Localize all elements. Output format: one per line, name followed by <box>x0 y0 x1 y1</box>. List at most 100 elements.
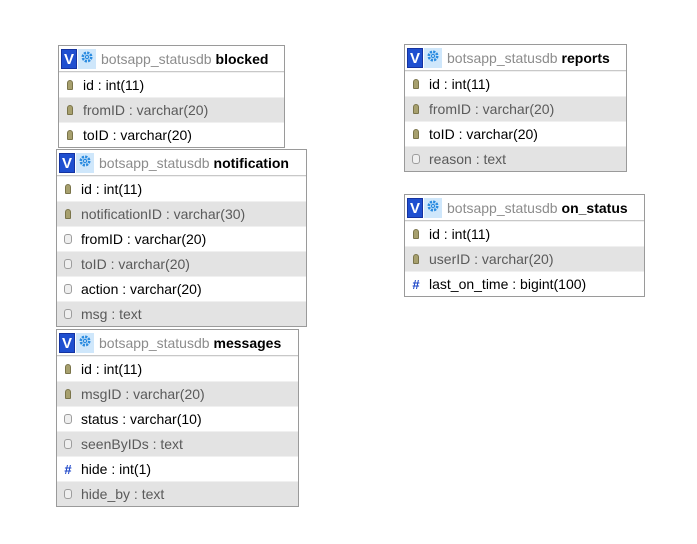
key-icon <box>408 254 424 264</box>
column-label: toID : varchar(20) <box>429 126 538 142</box>
column-label: hide_by : text <box>81 486 165 502</box>
settings-button[interactable] <box>424 47 442 68</box>
column-row[interactable]: id : int(11) <box>57 176 306 201</box>
table-header[interactable]: V botsapp_statusdb messages <box>57 330 298 356</box>
column-icon <box>60 309 76 319</box>
column-row[interactable]: fromID : varchar(20) <box>405 96 626 121</box>
column-icon <box>60 284 76 294</box>
table-notification[interactable]: V botsapp_statusdb notification id : int… <box>56 149 307 327</box>
column-label: userID : varchar(20) <box>429 251 554 267</box>
numeric-icon: # <box>64 461 72 477</box>
column-row[interactable]: seenByIDs : text <box>57 431 298 456</box>
table-on-status[interactable]: V botsapp_statusdb on_status id : int(11… <box>404 194 645 297</box>
gear-icon <box>78 154 92 171</box>
table-header[interactable]: V botsapp_statusdb notification <box>57 150 306 176</box>
database-name: botsapp_statusdb <box>99 154 210 171</box>
key-icon <box>408 229 424 239</box>
column-icon <box>60 489 76 499</box>
column-row[interactable]: fromID : varchar(20) <box>57 226 306 251</box>
column-label: fromID : varchar(20) <box>83 102 209 118</box>
column-list: id : int(11) userID : varchar(20) # last_on… <box>405 221 644 296</box>
column-label: seenByIDs : text <box>81 436 183 452</box>
column-row[interactable]: action : varchar(20) <box>57 276 306 301</box>
table-header[interactable]: V botsapp_statusdb blocked <box>59 46 284 72</box>
key-icon <box>62 105 78 115</box>
column-icon <box>408 154 424 164</box>
gear-icon <box>80 50 94 67</box>
column-label: id : int(11) <box>83 77 145 93</box>
column-row[interactable]: fromID : varchar(20) <box>59 97 284 122</box>
column-label: toID : varchar(20) <box>81 256 190 272</box>
toggle-button[interactable]: V <box>407 197 423 218</box>
database-name: botsapp_statusdb <box>447 199 558 216</box>
column-icon <box>60 414 76 424</box>
toggle-button[interactable]: V <box>59 332 75 353</box>
column-label: hide : int(1) <box>81 461 152 477</box>
column-label: id : int(11) <box>429 226 491 242</box>
column-icon <box>60 259 76 269</box>
gear-icon <box>426 49 440 66</box>
column-row[interactable]: toID : varchar(20) <box>57 251 306 276</box>
column-row[interactable]: id : int(11) <box>57 356 298 381</box>
column-label: msg : text <box>81 306 142 322</box>
column-row[interactable]: toID : varchar(20) <box>405 121 626 146</box>
toggle-button[interactable]: V <box>61 48 77 69</box>
database-name: botsapp_statusdb <box>447 49 558 66</box>
settings-button[interactable] <box>76 332 94 353</box>
settings-button[interactable] <box>78 48 96 69</box>
column-label: status : varchar(10) <box>81 411 202 427</box>
column-row[interactable]: notificationID : varchar(30) <box>57 201 306 226</box>
key-icon <box>62 130 78 140</box>
gear-icon <box>78 334 92 351</box>
key-icon <box>408 79 424 89</box>
column-label: msgID : varchar(20) <box>81 386 205 402</box>
column-row[interactable]: id : int(11) <box>59 72 284 97</box>
numeric-icon: # <box>412 276 420 292</box>
toggle-button[interactable]: V <box>59 152 75 173</box>
column-label: id : int(11) <box>429 76 491 92</box>
settings-button[interactable] <box>424 197 442 218</box>
gear-icon <box>426 199 440 216</box>
column-label: toID : varchar(20) <box>83 127 192 143</box>
settings-button[interactable] <box>76 152 94 173</box>
column-label: id : int(11) <box>81 361 143 377</box>
column-row[interactable]: # hide : int(1) <box>57 456 298 481</box>
key-icon <box>408 104 424 114</box>
key-icon <box>60 209 76 219</box>
column-label: reason : text <box>429 151 507 167</box>
column-row[interactable]: toID : varchar(20) <box>59 122 284 147</box>
table-header[interactable]: V botsapp_statusdb on_status <box>405 195 644 221</box>
database-name: botsapp_statusdb <box>99 334 210 351</box>
key-icon <box>60 364 76 374</box>
column-row[interactable]: id : int(11) <box>405 221 644 246</box>
table-messages[interactable]: V botsapp_statusdb messages id : int(11)… <box>56 329 299 507</box>
table-name: messages <box>213 334 282 351</box>
table-name: on_status <box>561 199 628 216</box>
column-row[interactable]: userID : varchar(20) <box>405 246 644 271</box>
column-row[interactable]: # last_on_time : bigint(100) <box>405 271 644 296</box>
column-row[interactable]: id : int(11) <box>405 71 626 96</box>
column-list: id : int(11) fromID : varchar(20) toID : v… <box>59 72 284 147</box>
table-name: reports <box>561 49 610 66</box>
table-blocked[interactable]: V botsapp_statusdb blocked id : int(11) f… <box>58 45 285 148</box>
column-row[interactable]: hide_by : text <box>57 481 298 506</box>
column-list: id : int(11) notificationID : varchar(30)… <box>57 176 306 326</box>
column-label: fromID : varchar(20) <box>429 101 555 117</box>
toggle-button[interactable]: V <box>407 47 423 68</box>
column-label: action : varchar(20) <box>81 281 202 297</box>
column-label: last_on_time : bigint(100) <box>429 276 587 292</box>
key-icon <box>60 389 76 399</box>
key-icon <box>60 184 76 194</box>
table-header[interactable]: V botsapp_statusdb reports <box>405 45 626 71</box>
column-label: id : int(11) <box>81 181 143 197</box>
table-name: blocked <box>215 50 269 67</box>
column-row[interactable]: msg : text <box>57 301 306 326</box>
table-reports[interactable]: V botsapp_statusdb reports id : int(11) f… <box>404 44 627 172</box>
column-row[interactable]: reason : text <box>405 146 626 171</box>
column-row[interactable]: status : varchar(10) <box>57 406 298 431</box>
table-name: notification <box>213 154 289 171</box>
column-list: id : int(11) msgID : varchar(20) status : … <box>57 356 298 506</box>
column-row[interactable]: msgID : varchar(20) <box>57 381 298 406</box>
column-list: id : int(11) fromID : varchar(20) toID : v… <box>405 71 626 171</box>
database-name: botsapp_statusdb <box>101 50 212 67</box>
